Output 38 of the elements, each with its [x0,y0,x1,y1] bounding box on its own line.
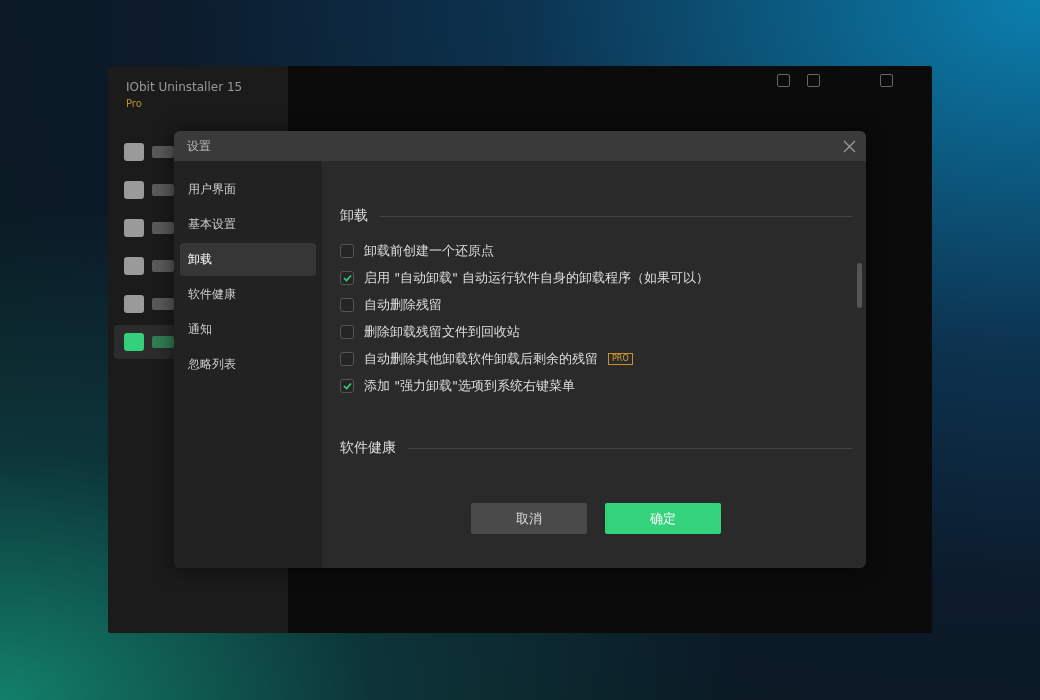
option-label: 添加 "强力卸载"选项到系统右键菜单 [364,376,576,395]
nav-icon[interactable] [124,295,144,313]
dialog-title: 设置 [187,137,211,155]
scrollbar-thumb[interactable] [857,263,862,308]
checkbox[interactable] [340,351,354,366]
nav-icon[interactable] [124,257,144,275]
nav-item[interactable]: 用户界面 [180,173,316,206]
nav-label-bar[interactable] [152,146,174,158]
option-label: 自动删除残留 [364,295,442,314]
checkbox[interactable] [340,243,354,258]
edition-label: Pro [125,98,143,109]
section-title: 卸载 [340,207,368,225]
nav-label-bar[interactable] [152,298,174,310]
nav-item[interactable]: 通知 [180,313,316,346]
nav-label-bar[interactable] [152,184,174,196]
checkbox[interactable] [340,324,354,339]
checkbox[interactable] [340,378,354,393]
app-title: IObit Uninstaller 15 [125,80,244,94]
option-label: 卸载前创建一个还原点 [364,241,494,260]
checkbox[interactable] [340,270,354,285]
nav-label-bar[interactable] [152,222,174,234]
nav-item[interactable]: 基本设置 [180,208,316,241]
nav-icon[interactable] [124,219,144,237]
checkbox[interactable] [340,297,354,312]
option-label: 启用 "自动卸载" 自动运行软件自身的卸载程序（如果可以） [364,268,710,287]
option-label: 删除卸载残留文件到回收站 [364,322,520,341]
nav-label-bar[interactable] [152,336,174,348]
nav-icon[interactable] [124,143,144,161]
nav-label-bar[interactable] [152,260,174,272]
nav-icon[interactable] [124,181,144,199]
option-label: 自动删除其他卸载软件卸载后剩余的残留 [364,349,598,368]
nav-item[interactable]: 忽略列表 [180,348,316,381]
nav-icon[interactable] [124,333,144,351]
cancel-button[interactable]: 取消 [471,503,587,534]
nav-item[interactable]: 卸载 [180,243,316,276]
nav-item[interactable]: 软件健康 [180,278,316,311]
section-title: 软件健康 [340,439,396,457]
pro-tag: PRO [608,352,633,365]
